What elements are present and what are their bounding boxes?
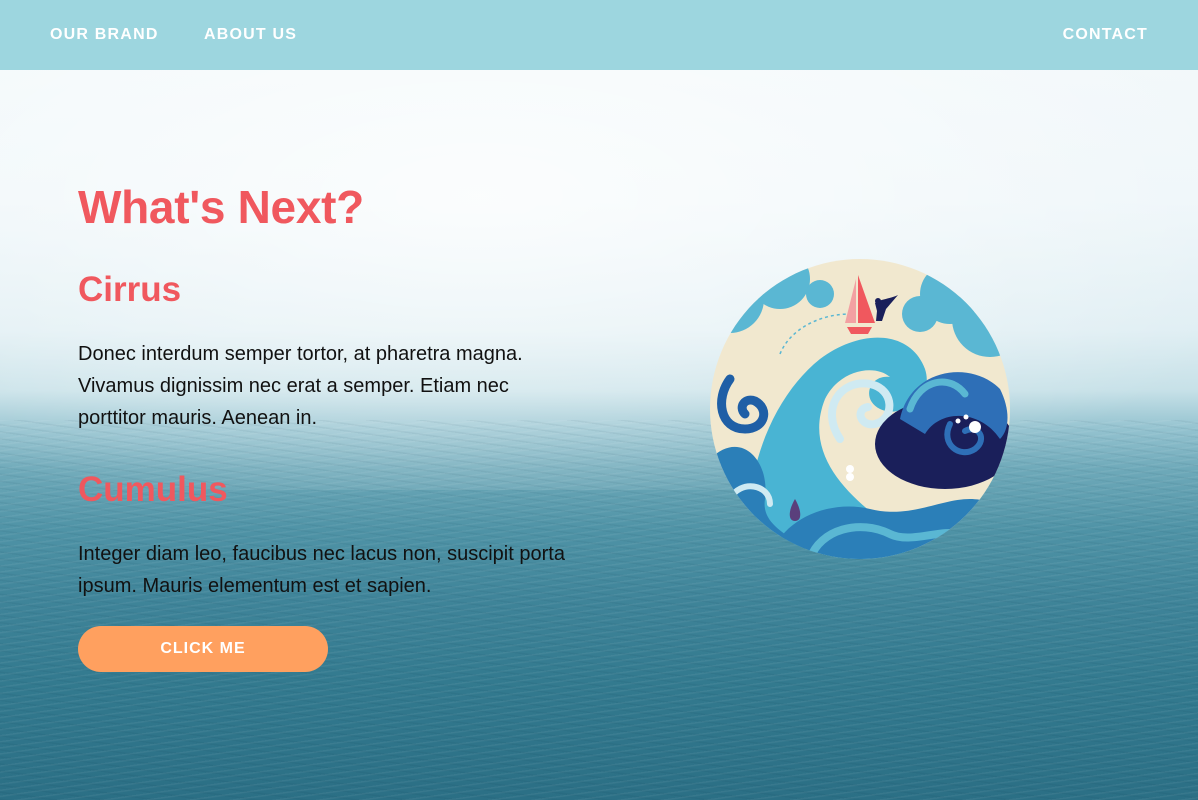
nav-our-brand-link[interactable]: OUR BRAND	[50, 26, 159, 44]
click-me-button[interactable]: CLICK ME	[78, 626, 328, 672]
section-title-cumulus: Cumulus	[78, 470, 228, 509]
waves-sailboat-illustration	[710, 259, 1010, 559]
top-nav-bar: OUR BRAND ABOUT US CONTACT	[0, 0, 1198, 70]
nav-about-us-link[interactable]: ABOUT US	[204, 26, 297, 44]
section-body-cirrus: Donec interdum semper tortor, at pharetr…	[78, 343, 523, 429]
nav-contact-link[interactable]: CONTACT	[1063, 26, 1148, 44]
page-title: What's Next?	[78, 181, 364, 233]
hero-content: What's Next? Cirrus Donec interdum sempe…	[78, 176, 578, 672]
illustration-svg	[710, 259, 1010, 559]
section-title-cirrus: Cirrus	[78, 270, 182, 309]
section-body-cumulus: Integer diam leo, faucibus nec lacus non…	[78, 543, 565, 597]
landing-page: OUR BRAND ABOUT US CONTACT What's Next? …	[0, 0, 1198, 800]
